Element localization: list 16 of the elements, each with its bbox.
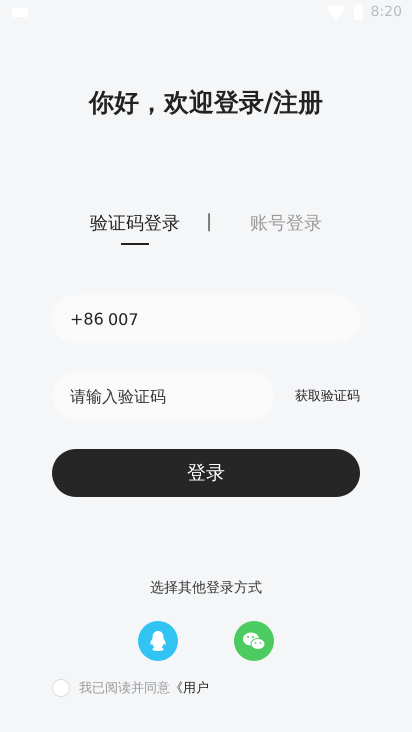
agreement-link[interactable]: 《用户 — [170, 681, 209, 696]
other-methods-label: 选择其他登录方式 — [149, 579, 263, 597]
login-option-button[interactable] — [234, 621, 274, 661]
tab-separator: | — [206, 211, 212, 232]
get-code-button[interactable]: 获取验证码 — [295, 387, 360, 405]
agree-radio[interactable] — [52, 679, 70, 697]
welcome-title: 你好，欢迎登录/注册 — [87, 87, 324, 119]
login-tab[interactable]: 验证码登录 — [90, 211, 180, 245]
penguin-icon — [148, 630, 168, 652]
login-button[interactable]: 登录 — [52, 449, 360, 497]
chat-bubbles-icon — [242, 631, 266, 651]
agreement-text: 我已阅读并同意《用户 — [79, 680, 209, 697]
code-field[interactable]: 请输入验证码 — [52, 372, 274, 420]
login-option-button[interactable] — [138, 621, 178, 661]
country-code[interactable]: +86 — [70, 310, 104, 328]
status-time: 8:20 — [370, 4, 402, 20]
